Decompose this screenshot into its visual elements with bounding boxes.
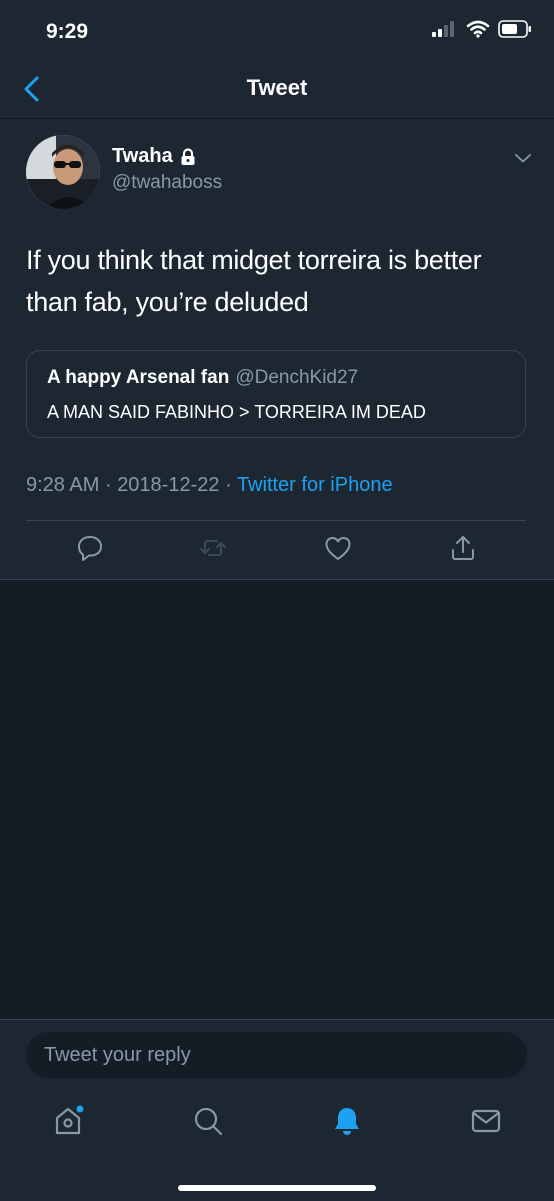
tab-messages[interactable] — [469, 1104, 503, 1138]
reply-icon — [78, 536, 102, 561]
tweet-meta: 9:28 AM · 2018-12-22 · Twitter for iPhon… — [26, 474, 393, 497]
page-title: Tweet — [246, 75, 308, 100]
author-row: Twaha — [112, 145, 196, 168]
quoted-author-name: A happy Arsenal fan — [47, 367, 230, 388]
reply-bar — [0, 1019, 554, 1201]
top-bar: 9:29 Tweet — [0, 0, 554, 119]
wifi-icon — [466, 20, 490, 38]
tweet-text: If you think that midget torreira is bet… — [26, 245, 482, 317]
home-indicator — [178, 1185, 376, 1191]
quoted-tweet-text: A MAN SAID FABINHO > TORREIRA IM DEAD — [47, 402, 426, 422]
battery-icon — [498, 20, 531, 38]
reply-input[interactable] — [26, 1032, 527, 1078]
share-button[interactable] — [448, 533, 478, 563]
status-icons — [432, 20, 532, 38]
retweet-icon — [200, 540, 226, 556]
messages-icon — [471, 1109, 501, 1133]
tweet-card: Twaha @twahaboss If you think that midge… — [0, 119, 554, 580]
author-handle: @twahaboss — [112, 172, 223, 193]
chevron-down-icon — [515, 154, 531, 163]
tweet-menu-button[interactable] — [514, 151, 532, 169]
tweet-date: 2018-12-22 — [117, 474, 220, 496]
tab-notifications[interactable] — [330, 1104, 364, 1138]
reply-button[interactable] — [75, 533, 105, 563]
quoted-tweet-header: A happy Arsenal fan @DenchKid27 — [47, 367, 358, 389]
status-time: 9:29 — [46, 20, 89, 43]
avatar-photo — [26, 135, 100, 209]
notifications-icon — [335, 1108, 359, 1135]
share-icon — [452, 536, 474, 560]
meta-separator: · — [104, 474, 112, 496]
tweet-source-link[interactable]: Twitter for iPhone — [237, 474, 393, 496]
like-icon — [325, 537, 351, 560]
avatar[interactable] — [26, 135, 100, 209]
quoted-author-handle: @DenchKid27 — [235, 367, 359, 388]
divider — [26, 520, 526, 521]
tweet-time: 9:28 AM — [26, 474, 100, 496]
lock-icon — [181, 147, 195, 165]
like-button[interactable] — [323, 533, 353, 563]
tab-home[interactable] — [52, 1104, 86, 1138]
home-icon — [55, 1105, 84, 1135]
meta-separator: · — [225, 474, 232, 496]
author-name[interactable]: Twaha — [112, 145, 173, 168]
retweet-button[interactable] — [198, 533, 228, 563]
signal-icon — [432, 21, 454, 37]
quoted-tweet[interactable]: A happy Arsenal fan @DenchKid27 A MAN SAI… — [26, 350, 526, 438]
tab-search[interactable] — [191, 1104, 225, 1138]
search-icon — [194, 1107, 223, 1136]
